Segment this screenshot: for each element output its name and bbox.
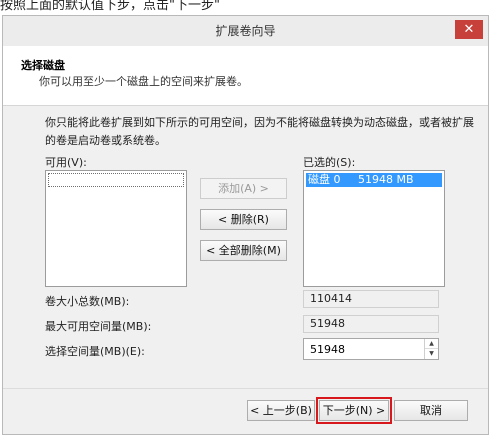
close-button[interactable]: ✕ bbox=[455, 20, 483, 39]
cancel-button[interactable]: 取消 bbox=[394, 400, 468, 421]
outer-caption: 按照上面的默认值下步，点击"下一步" bbox=[0, 0, 220, 13]
add-button[interactable]: 添加(A) > bbox=[200, 178, 287, 199]
list-item[interactable]: 磁盘 0 51948 MB bbox=[306, 173, 442, 187]
title-bar: 扩展卷向导 ✕ bbox=[3, 16, 488, 46]
spin-up-icon[interactable]: ▲ bbox=[425, 339, 438, 349]
available-empty-row bbox=[48, 173, 184, 187]
page-title: 选择磁盘 bbox=[21, 59, 65, 72]
next-button[interactable]: 下一步(N) > bbox=[316, 397, 392, 424]
disk-size: 51948 MB bbox=[358, 173, 414, 186]
page-subtitle: 你可以用至少一个磁盘上的空间来扩展卷。 bbox=[39, 75, 248, 88]
footer-divider bbox=[3, 388, 488, 389]
back-button[interactable]: < 上一步(B) bbox=[247, 400, 315, 421]
total-size-value: 110414 bbox=[303, 290, 439, 308]
max-space-label: 最大可用空间量(MB): bbox=[45, 320, 152, 333]
max-space-value: 51948 bbox=[303, 315, 439, 333]
window-title: 扩展卷向导 bbox=[215, 24, 276, 38]
selected-listbox[interactable]: 磁盘 0 51948 MB bbox=[303, 170, 445, 287]
available-label: 可用(V): bbox=[45, 156, 87, 169]
remove-button[interactable]: < 删除(R) bbox=[200, 209, 287, 230]
remove-all-button[interactable]: < 全部删除(M) bbox=[200, 240, 287, 261]
disk-name: 磁盘 0 bbox=[308, 173, 341, 186]
selected-label: 已选的(S): bbox=[303, 156, 356, 169]
spin-down-icon[interactable]: ▼ bbox=[425, 349, 438, 359]
select-space-input[interactable] bbox=[304, 339, 424, 359]
description-text: 你只能将此卷扩展到如下所示的可用空间，因为不能将磁盘转换为动态磁盘，或者被扩展的… bbox=[45, 116, 474, 147]
wizard-header: 选择磁盘 你可以用至少一个磁盘上的空间来扩展卷。 bbox=[3, 46, 488, 106]
extend-volume-wizard-window: 扩展卷向导 ✕ 选择磁盘 你可以用至少一个磁盘上的空间来扩展卷。 你只能将此卷扩… bbox=[2, 15, 489, 435]
available-listbox[interactable] bbox=[45, 170, 187, 287]
total-size-label: 卷大小总数(MB): bbox=[45, 295, 130, 308]
select-space-stepper[interactable]: ▲ ▼ bbox=[303, 338, 439, 360]
select-space-label: 选择空间量(MB)(E): bbox=[45, 345, 145, 358]
spin-arrows: ▲ ▼ bbox=[424, 339, 438, 359]
